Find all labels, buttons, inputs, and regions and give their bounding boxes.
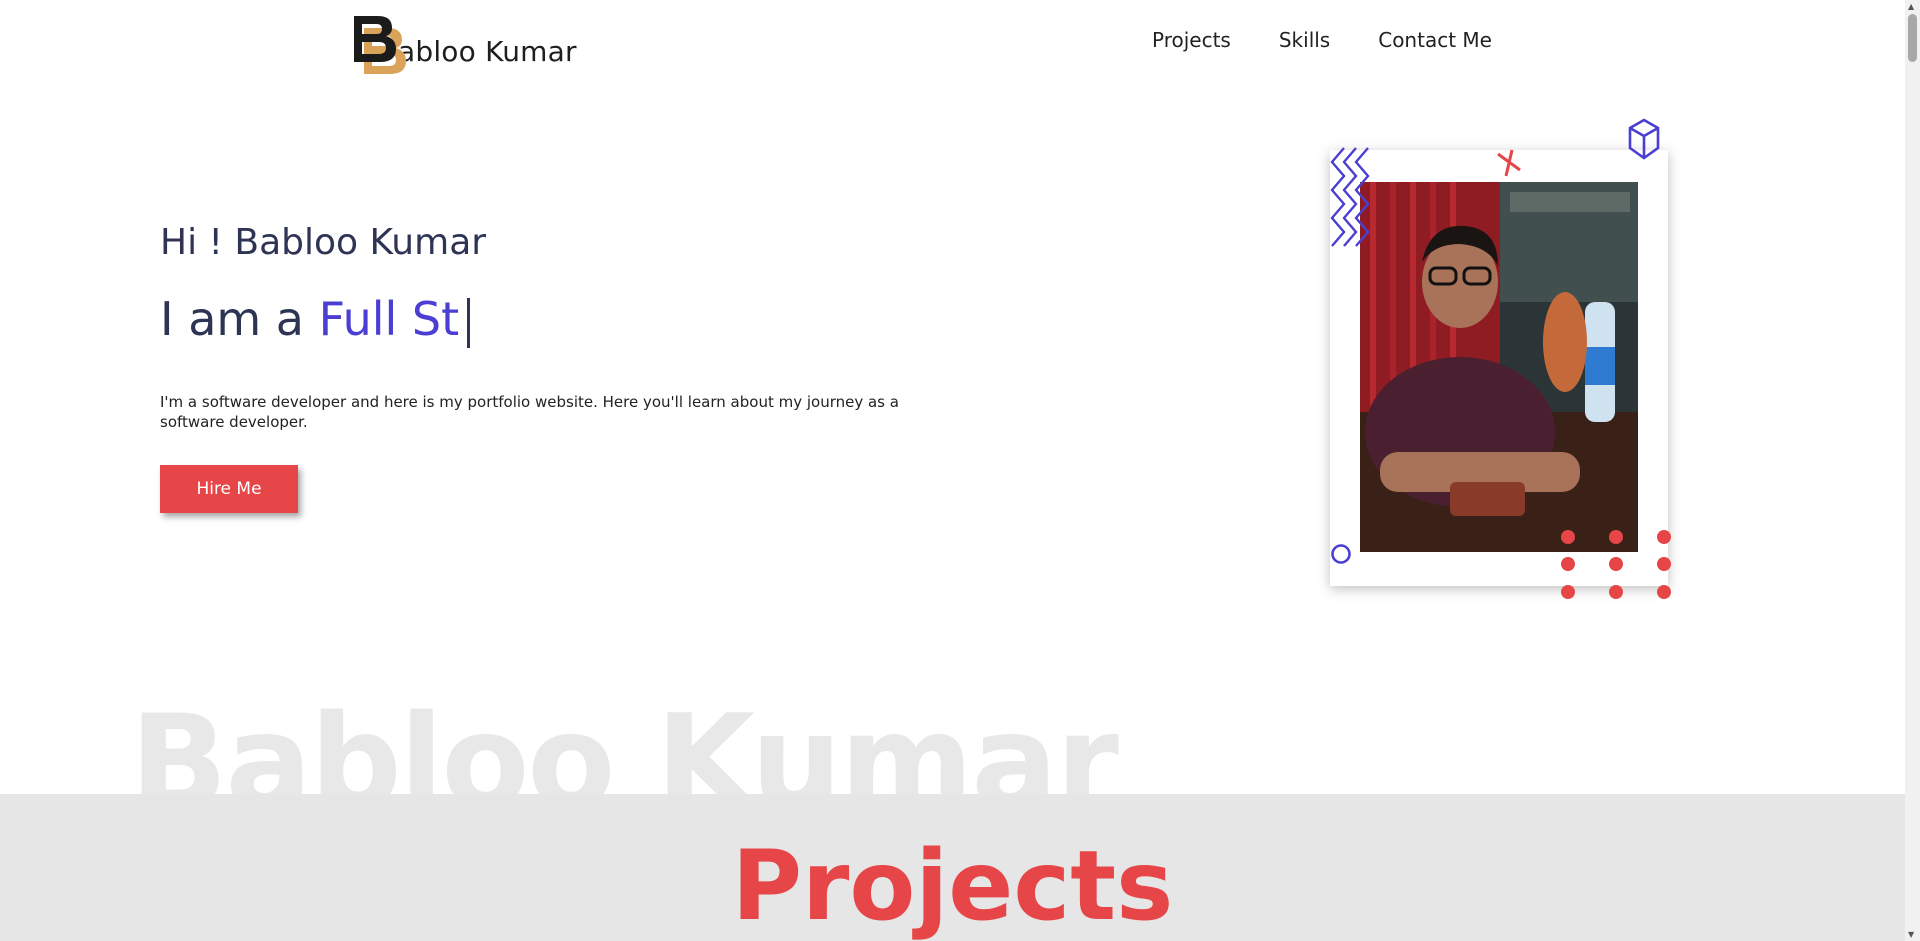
hero-greeting: Hi ! Babloo Kumar (160, 222, 487, 263)
hire-me-button[interactable]: Hire Me (160, 465, 298, 513)
projects-heading: Projects (731, 830, 1174, 941)
main-nav: Projects Skills Contact Me (1152, 28, 1492, 52)
role-prefix: I am a (160, 292, 319, 346)
profile-photo (1360, 182, 1638, 552)
role-typed-text: Full St (318, 292, 460, 346)
scroll-down-icon[interactable]: ▼ (1908, 930, 1914, 939)
page-scrollbar[interactable]: ▲ ▼ (1905, 0, 1920, 941)
nav-skills[interactable]: Skills (1279, 28, 1330, 52)
zigzag-icon (1330, 147, 1370, 247)
hero-description: I'm a software developer and here is my … (160, 393, 899, 431)
cross-icon (1497, 149, 1521, 177)
logo-b-icon (354, 16, 406, 74)
typing-caret (467, 297, 471, 348)
dot-grid-icon (1561, 530, 1671, 599)
profile-photo-card (1330, 150, 1668, 586)
nav-projects[interactable]: Projects (1152, 28, 1231, 52)
hero-role-line: I am a Full St (160, 292, 471, 348)
nav-contact-me[interactable]: Contact Me (1378, 28, 1492, 52)
circle-icon (1331, 544, 1351, 564)
site-header: abloo Kumar Projects Skills Contact Me (0, 0, 1905, 86)
logo-text: abloo Kumar (398, 35, 577, 68)
scroll-thumb[interactable] (1908, 14, 1917, 62)
cube-icon (1628, 118, 1660, 160)
profile-photo-illustration (1360, 182, 1638, 552)
scroll-up-icon[interactable]: ▲ (1908, 2, 1914, 11)
site-logo[interactable]: abloo Kumar (352, 12, 577, 74)
